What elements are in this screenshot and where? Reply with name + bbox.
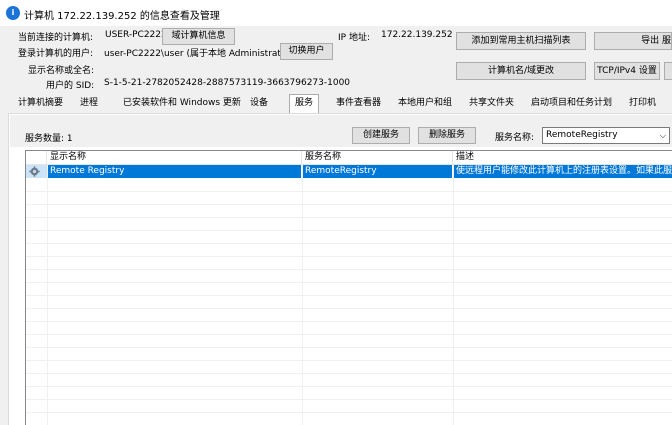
switch-user-button[interactable]: 切换用户 [280,43,333,60]
tab-devices[interactable]: 设备 [250,95,268,112]
logged-user-label: 登录计算机的用户: [18,49,94,59]
row-gridline [26,308,672,309]
tab-services[interactable]: 服务 [289,94,320,113]
row-display-name: Remote Registry [47,165,301,178]
row-gridline [26,269,672,270]
chevron-down-icon[interactable]: ⌵ [660,128,666,143]
user-sid-value: S-1-5-21-2782052428-2887573119-366379627… [104,78,351,88]
add-to-scan-list-button[interactable]: 添加到常用主机扫描列表 [456,32,586,50]
list-header: 显示名称 服务名称 描述 [26,151,672,165]
tcp-ipv4-settings-button[interactable]: TCP/IPv4 设置 [594,62,660,80]
row-gridline [26,256,672,257]
tab-printers[interactable]: 打印机 [629,95,656,112]
row-icon-cell [26,165,47,178]
table-row[interactable]: Remote Registry RemoteRegistry 使远程用户能修改此… [26,165,672,178]
row-gridline [26,191,672,192]
row-gridline [26,399,672,400]
ip-address-value: 172.22.139.252 [381,30,453,40]
connected-computer-value: USER-PC2222 [105,30,167,40]
service-name-label: 服务名称: [495,133,535,143]
display-name-label: 显示名称或全名: [28,66,95,76]
tab-shared-folders[interactable]: 共享文件夹 [469,95,514,112]
tab-startup-tasks[interactable]: 启动项目和任务计划 [531,95,612,112]
row-gridline [26,217,672,218]
service-name-select-value: RemoteRegistry [546,130,618,140]
row-gridline [26,373,672,374]
column-gridline [453,165,454,425]
row-gridline [26,412,672,413]
domain-computer-info-button[interactable]: 域计算机信息 [162,28,235,45]
gear-icon [29,166,40,177]
tab-summary[interactable]: 计算机摘要 [18,95,63,112]
main-tabs: 计算机摘要 进程 已安装软件和 Windows 更新 设备 服务 事件查看器 本… [0,94,672,113]
column-gridline [47,165,48,425]
delete-service-button[interactable]: 删除服务 [418,127,476,144]
create-service-button[interactable]: 创建服务 [352,127,410,144]
row-gridline [26,347,672,348]
app-i-icon: i [6,6,20,20]
tab-local-users[interactable]: 本地用户和组 [398,95,452,112]
ip-address-label: IP 地址: [338,33,370,43]
export-button[interactable]: 导出 服 [594,32,672,50]
service-name-select[interactable]: RemoteRegistry ⌵ [542,127,670,144]
header-display-name[interactable]: 显示名称 [47,151,302,165]
row-gridline [26,204,672,205]
header-icon-column[interactable] [26,151,47,165]
tab-installed-software[interactable]: 已安装软件和 Windows 更新 [123,95,241,112]
row-service-name: RemoteRegistry [302,165,452,178]
services-list[interactable]: 显示名称 服务名称 描述 Remote Registry RemoteRegis… [25,150,672,425]
window-title: 计算机 172.22.139.252 的信息查看及管理 [24,11,220,22]
column-gridline [302,165,303,425]
row-gridline [26,230,672,231]
header-service-name[interactable]: 服务名称 [302,151,453,165]
connected-computer-label: 当前连接的计算机: [18,33,94,43]
row-gridline [26,360,672,361]
title-bar: i 计算机 172.22.139.252 的信息查看及管理 [0,0,672,26]
row-gridline [26,386,672,387]
row-gridline [26,334,672,335]
tab-event-viewer[interactable]: 事件查看器 [336,95,381,112]
row-gridline [26,321,672,322]
row-description: 使远程用户能修改此计算机上的注册表设置。如果此服 [453,165,672,178]
computer-rename-button[interactable]: 计算机名/域更改 [456,62,586,80]
tab-processes[interactable]: 进程 [80,95,98,112]
row-gridline [26,243,672,244]
user-sid-label: 用户的 SID: [46,81,95,91]
header-description[interactable]: 描述 [453,151,672,165]
service-count: 服务数量: 1 [25,134,73,144]
overflow-button[interactable] [664,62,672,80]
row-gridline [26,295,672,296]
row-gridline [26,282,672,283]
